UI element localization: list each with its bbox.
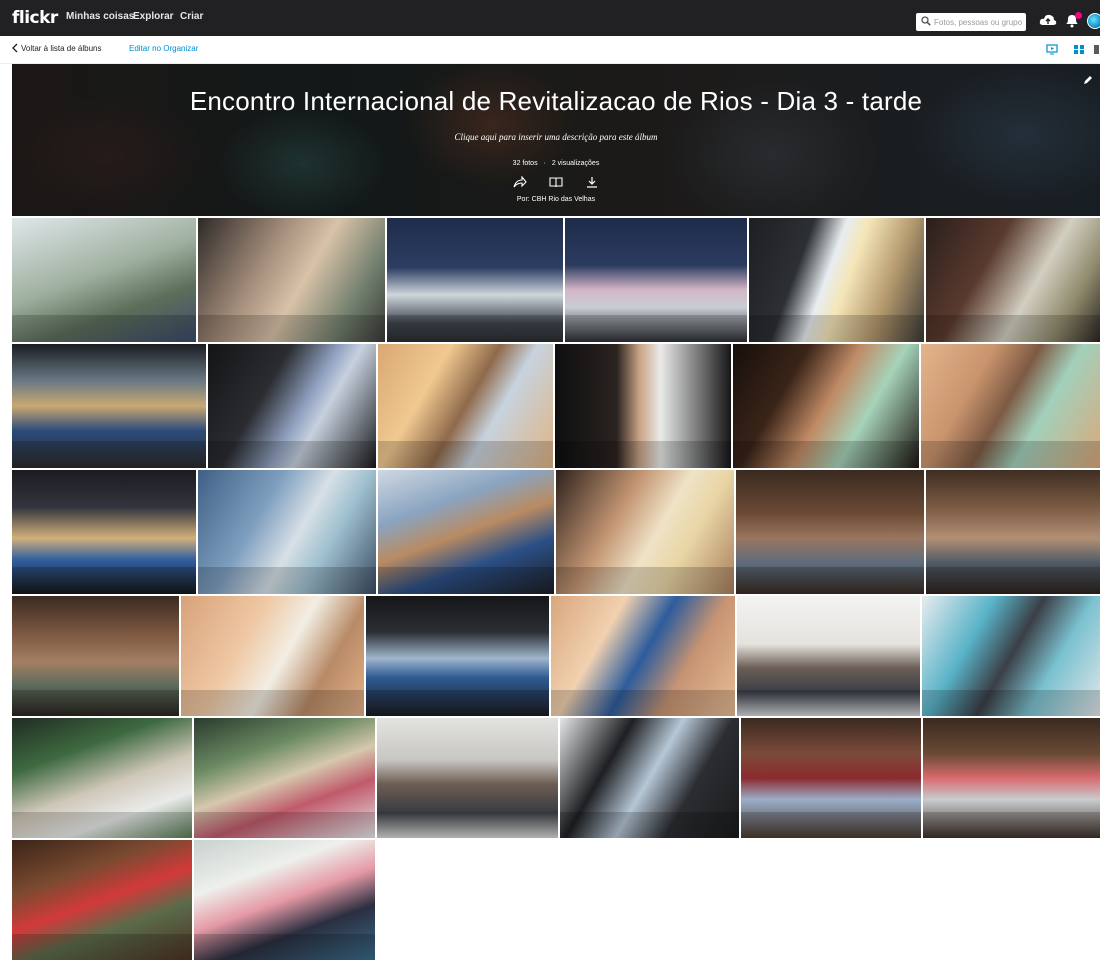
photo-shadow — [556, 566, 734, 594]
photo-shadow — [181, 689, 364, 716]
back-to-albums-link[interactable]: Voltar à lista de álbuns — [21, 44, 102, 53]
photo-thumbnail[interactable] — [387, 218, 563, 342]
search-input[interactable] — [934, 15, 1022, 29]
photo-thumbnail[interactable] — [926, 218, 1100, 342]
stats-separator: · — [543, 160, 546, 167]
nav-explore[interactable]: Explorar — [133, 11, 174, 22]
photo-thumbnail[interactable] — [741, 718, 921, 838]
photo-shadow — [198, 566, 376, 594]
search-box[interactable] — [916, 13, 1026, 31]
photo-thumbnail[interactable] — [198, 218, 385, 342]
book-icon[interactable] — [549, 175, 563, 188]
photo-shadow — [378, 566, 554, 594]
photo-shadow — [926, 566, 1100, 594]
photo-shadow — [733, 440, 919, 468]
photo-shadow — [741, 811, 921, 838]
avatar[interactable] — [1087, 13, 1100, 29]
photo-thumbnail[interactable] — [555, 344, 731, 468]
photo-thumbnail[interactable] — [923, 718, 1100, 838]
photo-thumbnail[interactable] — [556, 470, 734, 594]
pencil-icon[interactable] — [1082, 74, 1094, 86]
photo-shadow — [737, 689, 920, 716]
photo-thumbnail[interactable] — [551, 596, 735, 716]
photo-shadow — [12, 440, 206, 468]
photo-thumbnail[interactable] — [737, 596, 920, 716]
photo-shadow — [565, 314, 747, 342]
top-navigation-bar: flickr Minhas coisas Explorar Criar — [0, 0, 1100, 36]
photo-shadow — [387, 314, 563, 342]
photo-thumbnail[interactable] — [560, 718, 739, 838]
album-cover: Encontro Internacional de Revitalizacao … — [12, 64, 1100, 216]
photo-shadow — [555, 440, 731, 468]
nav-my-stuff[interactable]: Minhas coisas — [66, 11, 134, 22]
photo-shadow — [923, 811, 1100, 838]
photo-thumbnail[interactable] — [565, 218, 747, 342]
nav-create[interactable]: Criar — [180, 11, 203, 22]
photo-thumbnail[interactable] — [194, 840, 375, 960]
photo-thumbnail[interactable] — [736, 470, 924, 594]
photo-thumbnail[interactable] — [926, 470, 1100, 594]
photo-shadow — [749, 314, 924, 342]
search-icon[interactable] — [921, 16, 931, 26]
photo-thumbnail[interactable] — [12, 718, 192, 838]
list-view-icon[interactable] — [1093, 44, 1100, 55]
photo-shadow — [12, 933, 192, 960]
photo-thumbnail[interactable] — [12, 470, 196, 594]
photo-shadow — [12, 811, 192, 838]
photo-thumbnail[interactable] — [921, 344, 1100, 468]
download-icon[interactable] — [585, 175, 599, 188]
photo-shadow — [366, 689, 549, 716]
photo-thumbnail[interactable] — [12, 344, 206, 468]
photo-thumbnail[interactable] — [922, 596, 1100, 716]
photo-shadow — [12, 314, 196, 342]
slideshow-icon[interactable] — [1046, 44, 1058, 55]
album-toolbar: Voltar à lista de álbuns Editar no Organ… — [0, 36, 1100, 64]
photo-shadow — [560, 811, 739, 838]
photo-count: 32 fotos — [512, 160, 538, 167]
album-actions — [12, 175, 1100, 193]
photo-thumbnail[interactable] — [194, 718, 375, 838]
photo-shadow — [377, 811, 558, 838]
edit-in-organizr-link[interactable]: Editar no Organizar — [129, 44, 198, 53]
photo-shadow — [12, 689, 179, 716]
photo-thumbnail[interactable] — [12, 840, 192, 960]
photo-shadow — [378, 440, 553, 468]
share-icon[interactable] — [513, 175, 527, 188]
notification-badge — [1075, 12, 1082, 19]
photo-shadow — [921, 440, 1100, 468]
photo-shadow — [12, 566, 196, 594]
photo-shadow — [736, 566, 924, 594]
photo-shadow — [926, 314, 1100, 342]
photo-thumbnail[interactable] — [208, 344, 376, 468]
photo-thumbnail[interactable] — [366, 596, 549, 716]
photo-thumbnail[interactable] — [377, 718, 558, 838]
grid-view-icon[interactable] — [1073, 44, 1085, 55]
photo-shadow — [208, 440, 376, 468]
photo-thumbnail[interactable] — [12, 596, 179, 716]
photo-shadow — [194, 811, 375, 838]
album-byline[interactable]: Por: CBH Rio das Velhas — [12, 196, 1100, 203]
chevron-left-icon[interactable] — [11, 43, 19, 53]
album-description-prompt[interactable]: Clique aqui para inserir uma descrição p… — [12, 132, 1100, 142]
photo-thumbnail[interactable] — [198, 470, 376, 594]
album-stats: 32 fotos · 2 visualizações — [12, 160, 1100, 167]
album-title[interactable]: Encontro Internacional de Revitalizacao … — [12, 86, 1100, 117]
upload-cloud-icon[interactable] — [1039, 12, 1057, 28]
photo-thumbnail[interactable] — [378, 470, 554, 594]
photo-thumbnail[interactable] — [733, 344, 919, 468]
flickr-logo[interactable]: flickr — [12, 8, 58, 28]
photo-thumbnail[interactable] — [12, 218, 196, 342]
photo-shadow — [922, 689, 1100, 716]
photo-shadow — [551, 689, 735, 716]
photo-thumbnail[interactable] — [181, 596, 364, 716]
photo-shadow — [194, 933, 375, 960]
photo-shadow — [198, 314, 385, 342]
photo-thumbnail[interactable] — [749, 218, 924, 342]
view-count: 2 visualizações — [551, 160, 600, 167]
photo-thumbnail[interactable] — [378, 344, 553, 468]
